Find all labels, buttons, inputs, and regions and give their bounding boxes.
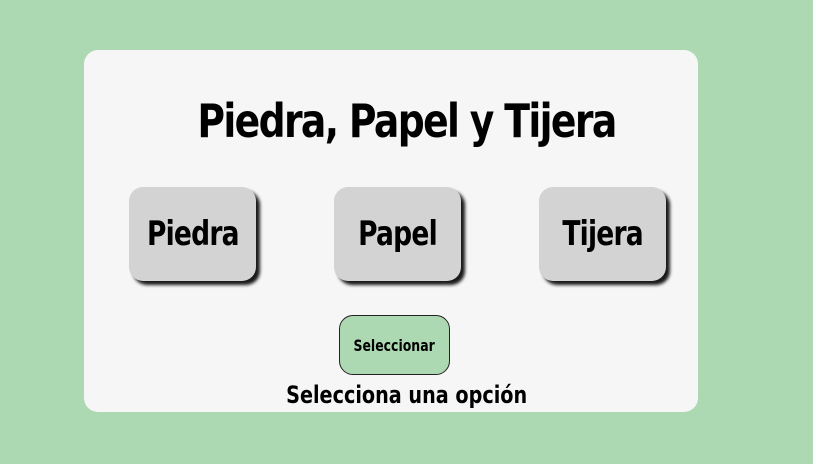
page-title: Piedra, Papel y Tijera xyxy=(197,94,617,148)
status-message: Selecciona una opción xyxy=(0,380,813,410)
papel-button-label: Papel xyxy=(358,214,438,254)
tijera-button-label: Tijera xyxy=(562,214,643,254)
seleccionar-button[interactable]: Seleccionar xyxy=(339,315,450,375)
papel-button[interactable]: Papel xyxy=(334,187,461,281)
piedra-button[interactable]: Piedra xyxy=(129,187,256,281)
tijera-button[interactable]: Tijera xyxy=(539,187,666,281)
status-message-text: Selecciona una opción xyxy=(285,381,528,409)
seleccionar-button-label: Seleccionar xyxy=(353,335,436,355)
piedra-button-label: Piedra xyxy=(146,214,240,254)
